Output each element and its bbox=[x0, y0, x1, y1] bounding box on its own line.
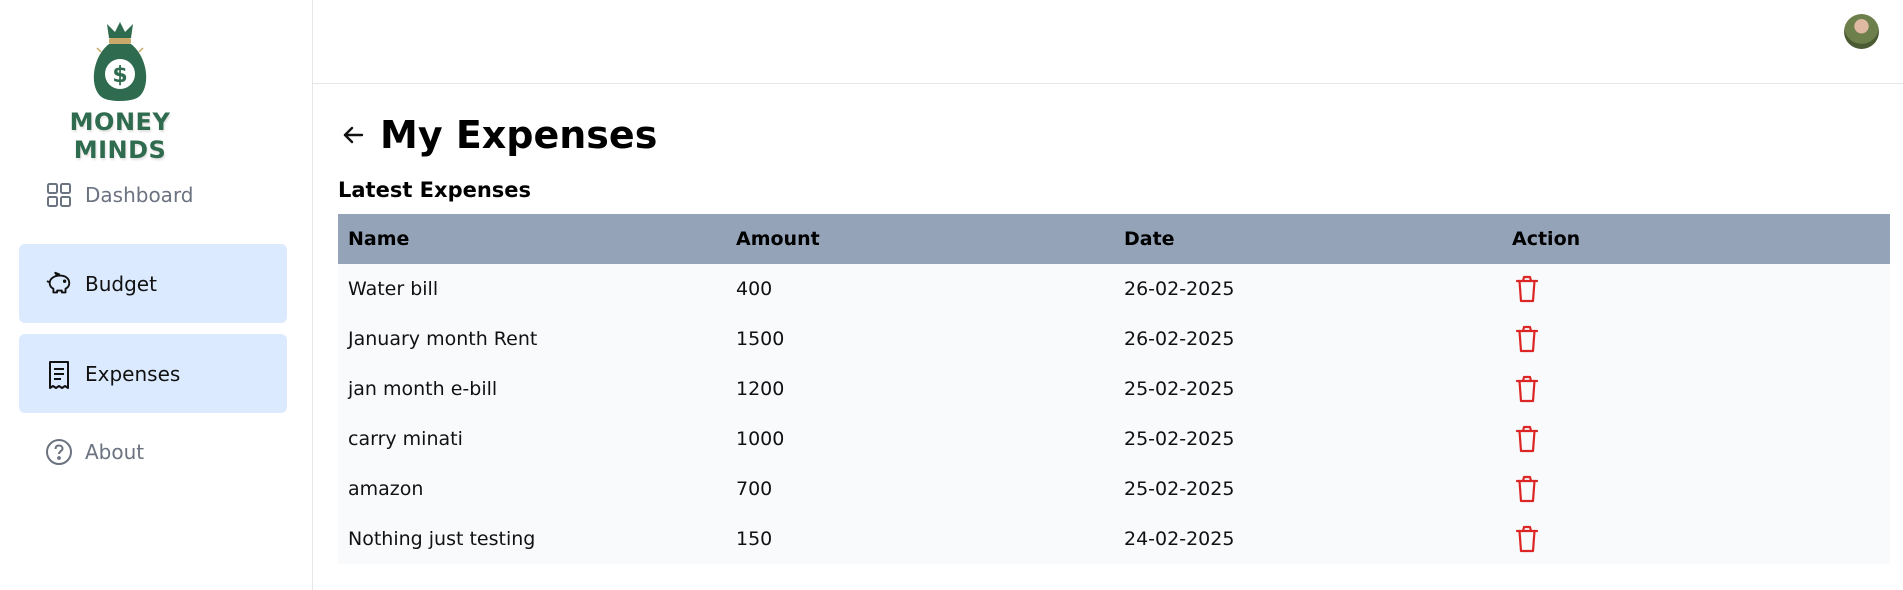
section-title: Latest Expenses bbox=[338, 178, 532, 202]
expenses-table: Name Amount Date Action Water bill 400 2… bbox=[338, 214, 1890, 564]
column-header-name: Name bbox=[348, 228, 410, 250]
expense-amount: 1500 bbox=[736, 328, 785, 350]
expense-name: carry minati bbox=[348, 428, 463, 450]
expense-date: 25-02-2025 bbox=[1124, 378, 1235, 400]
trash-icon[interactable] bbox=[1512, 324, 1542, 354]
table-row: carry minati 1000 25-02-2025 bbox=[338, 414, 1890, 464]
expense-name: Water bill bbox=[348, 278, 439, 300]
expense-amount: 150 bbox=[736, 528, 773, 550]
svg-text:$: $ bbox=[112, 63, 127, 88]
trash-icon[interactable] bbox=[1512, 274, 1542, 304]
expense-amount: 700 bbox=[736, 478, 773, 500]
sidebar-item-budget[interactable]: Budget bbox=[19, 244, 287, 323]
expense-date: 24-02-2025 bbox=[1124, 528, 1235, 550]
trash-icon[interactable] bbox=[1512, 474, 1542, 504]
action-cell bbox=[1502, 364, 1890, 414]
main-content: My Expenses Latest Expenses Name Amount … bbox=[338, 84, 1891, 564]
table-row: Nothing just testing 150 24-02-2025 bbox=[338, 514, 1890, 564]
trash-icon[interactable] bbox=[1512, 524, 1542, 554]
table-row: jan month e-bill 1200 25-02-2025 bbox=[338, 364, 1890, 414]
expense-date: 26-02-2025 bbox=[1124, 278, 1235, 300]
table-row: January month Rent 1500 26-02-2025 bbox=[338, 314, 1890, 364]
page-title: My Expenses bbox=[380, 113, 658, 157]
receipt-icon bbox=[45, 360, 73, 389]
expense-amount: 400 bbox=[736, 278, 773, 300]
action-cell bbox=[1502, 464, 1890, 514]
expense-name: Nothing just testing bbox=[348, 528, 536, 550]
expense-date: 26-02-2025 bbox=[1124, 328, 1235, 350]
action-cell bbox=[1502, 264, 1890, 314]
grid-icon bbox=[45, 181, 73, 209]
trash-icon[interactable] bbox=[1512, 424, 1542, 454]
title-row: My Expenses bbox=[338, 110, 1891, 160]
back-arrow-icon[interactable] bbox=[338, 120, 368, 150]
expense-date: 25-02-2025 bbox=[1124, 478, 1235, 500]
action-cell bbox=[1502, 514, 1890, 564]
piggy-bank-icon bbox=[45, 270, 73, 298]
expense-amount: 1000 bbox=[736, 428, 785, 450]
expense-date: 25-02-2025 bbox=[1124, 428, 1235, 450]
sidebar-item-dashboard[interactable]: Dashboard bbox=[19, 170, 287, 220]
action-cell bbox=[1502, 414, 1890, 464]
brand-name: MONEY MINDS bbox=[69, 108, 171, 164]
expense-name: jan month e-bill bbox=[348, 378, 498, 400]
expense-name: January month Rent bbox=[348, 328, 538, 350]
sidebar: $ MONEY MINDS Dashboard Budget Expenses … bbox=[0, 0, 313, 590]
logo[interactable]: $ MONEY MINDS bbox=[24, 18, 216, 164]
money-bag-icon: $ bbox=[93, 22, 147, 101]
expense-name: amazon bbox=[348, 478, 424, 500]
sidebar-item-label: Dashboard bbox=[85, 183, 194, 207]
top-bar bbox=[313, 0, 1903, 84]
column-header-date: Date bbox=[1124, 228, 1175, 250]
trash-icon[interactable] bbox=[1512, 374, 1542, 404]
table-header-row: Name Amount Date Action bbox=[338, 214, 1890, 264]
sidebar-item-label: Expenses bbox=[85, 361, 181, 386]
sidebar-item-label: Budget bbox=[85, 271, 157, 296]
column-header-amount: Amount bbox=[736, 228, 820, 250]
user-avatar[interactable] bbox=[1844, 14, 1879, 49]
action-cell bbox=[1502, 314, 1890, 364]
column-header-action: Action bbox=[1512, 228, 1581, 250]
help-circle-icon bbox=[45, 438, 73, 466]
sidebar-item-about[interactable]: About bbox=[19, 427, 287, 477]
sidebar-item-expenses[interactable]: Expenses bbox=[19, 334, 287, 413]
expense-amount: 1200 bbox=[736, 378, 785, 400]
table-row: Water bill 400 26-02-2025 bbox=[338, 264, 1890, 314]
sidebar-nav: Dashboard Budget Expenses About bbox=[19, 170, 287, 488]
table-row: amazon 700 25-02-2025 bbox=[338, 464, 1890, 514]
sidebar-item-label: About bbox=[85, 440, 145, 464]
